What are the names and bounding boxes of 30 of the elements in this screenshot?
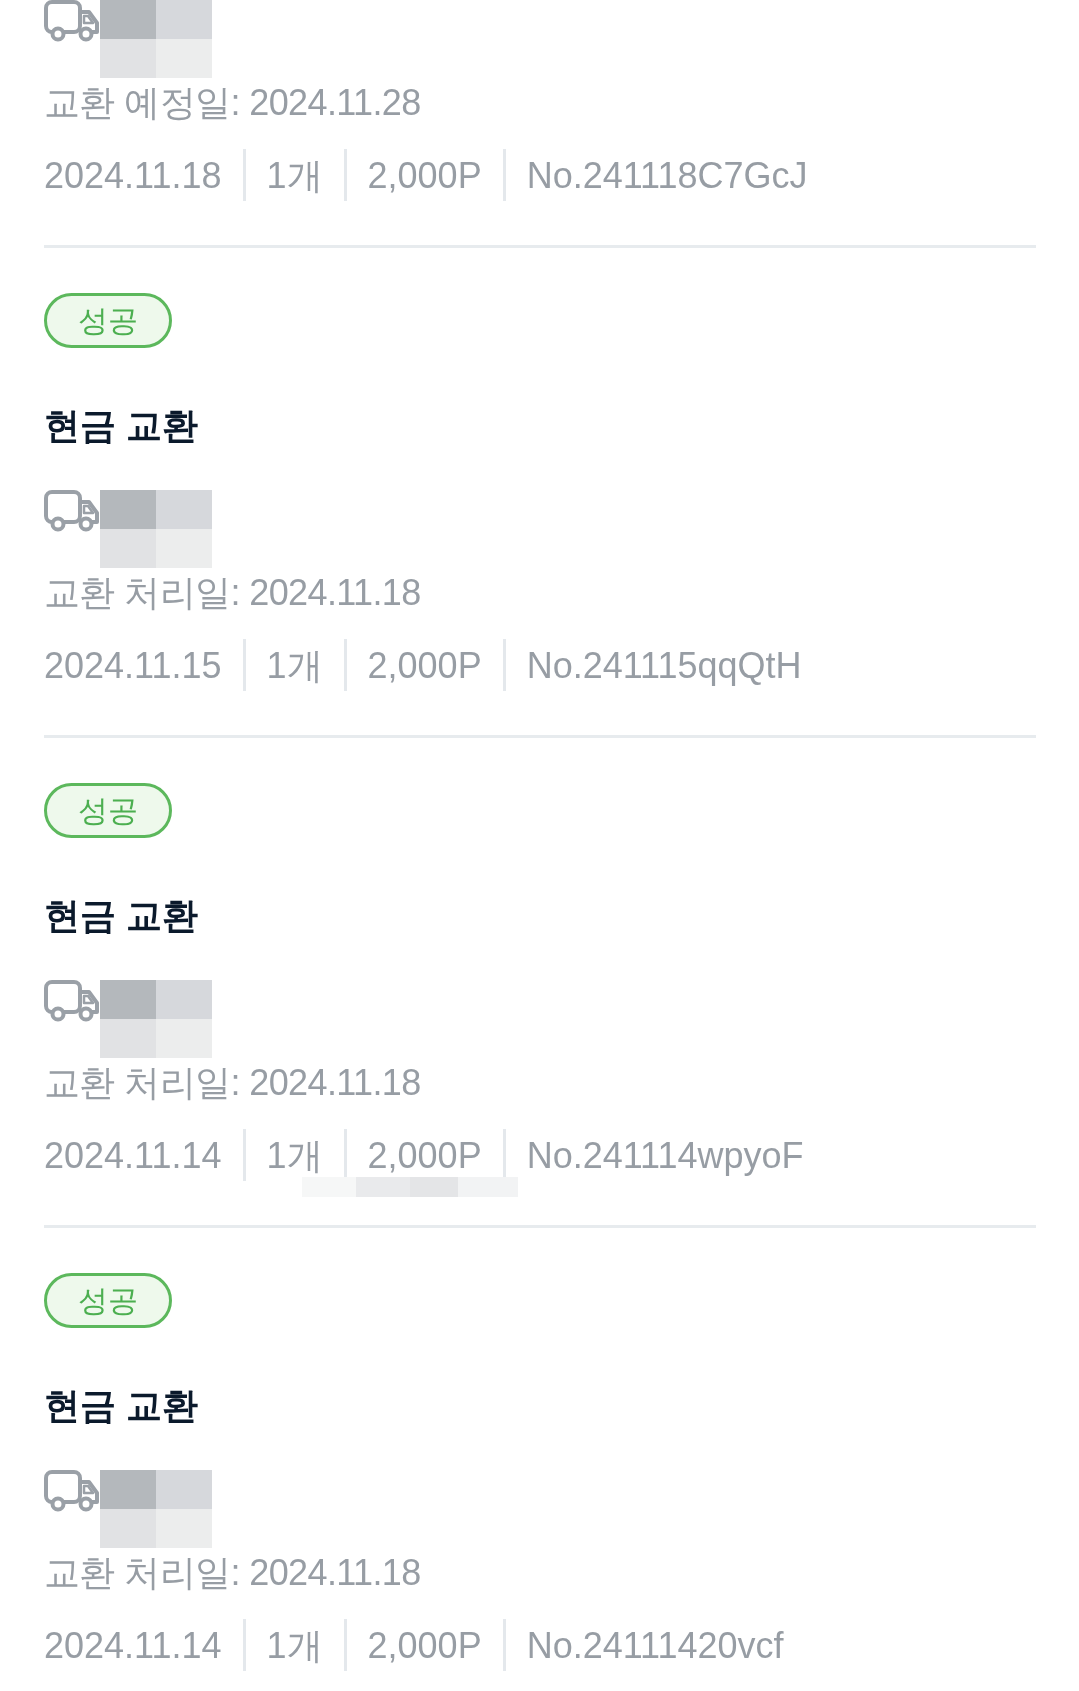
quantity: 1개 xyxy=(266,1133,323,1177)
points-amount: 2,000P xyxy=(367,643,482,687)
truck-icon xyxy=(44,490,99,532)
status-badge: 성공 xyxy=(44,293,172,348)
order-date: 2024.11.14 xyxy=(44,1133,222,1177)
order-number: No.241114wpyoF xyxy=(526,1133,804,1177)
exchange-date: 교환 처리일: 2024.11.18 xyxy=(44,1061,422,1105)
points-amount: 2,000P xyxy=(367,1623,482,1667)
order-number: No.24111420vcf xyxy=(526,1623,784,1667)
order-date: 2024.11.18 xyxy=(44,153,222,197)
order-number: No.241115qqQtH xyxy=(526,643,802,687)
exchange-date: 교환 처리일: 2024.11.18 xyxy=(44,571,422,615)
quantity: 1개 xyxy=(266,153,323,197)
order-date: 2024.11.14 xyxy=(44,1623,222,1667)
record-title: 현금 교환 xyxy=(44,404,199,448)
truck-icon xyxy=(44,980,99,1022)
exchange-date: 교환 예정일: 2024.11.28 xyxy=(44,81,422,125)
points-amount: 2,000P xyxy=(367,1133,482,1177)
order-number: No.241118C7GcJ xyxy=(526,153,808,197)
points-amount: 2,000P xyxy=(367,153,482,197)
record-title: 현금 교환 xyxy=(44,894,199,938)
truck-icon xyxy=(44,1470,99,1512)
record-title: 현금 교환 xyxy=(44,1384,199,1428)
truck-icon xyxy=(44,0,99,42)
order-date: 2024.11.15 xyxy=(44,643,222,687)
quantity: 1개 xyxy=(266,643,323,687)
status-badge: 성공 xyxy=(44,783,172,838)
status-badge: 성공 xyxy=(44,1273,172,1328)
exchange-date: 교환 처리일: 2024.11.18 xyxy=(44,1551,422,1595)
quantity: 1개 xyxy=(266,1623,323,1667)
